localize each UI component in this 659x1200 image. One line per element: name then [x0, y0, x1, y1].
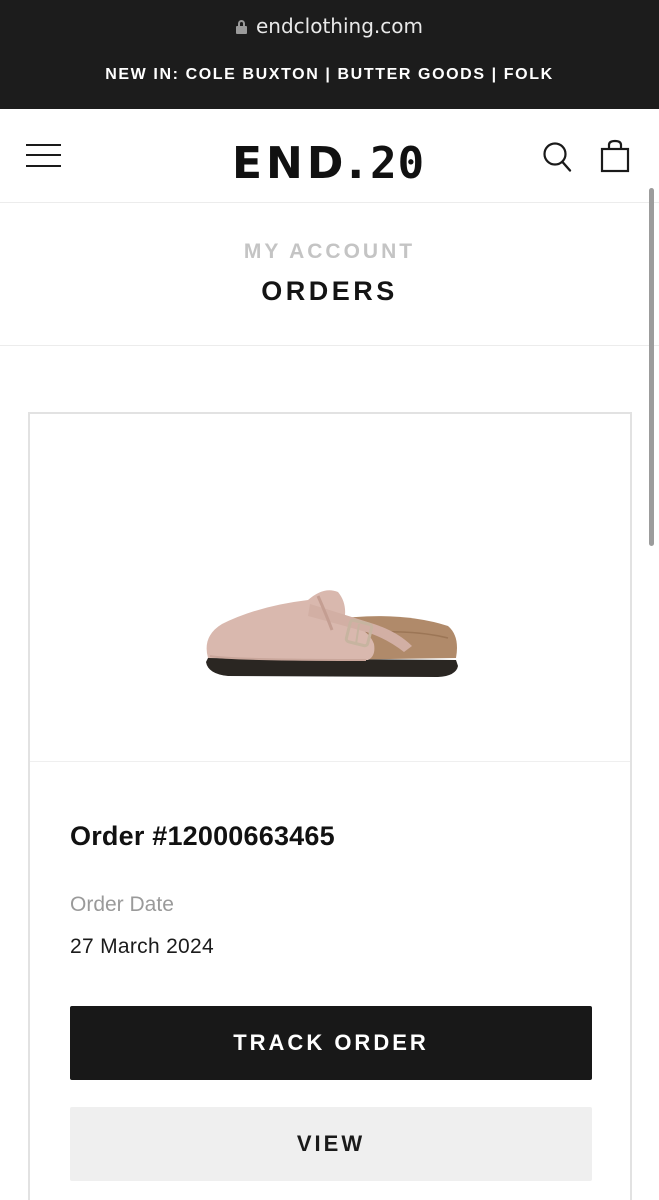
url-bar[interactable]: endclothing.com: [0, 14, 659, 38]
logo-wordmark: END.: [232, 138, 369, 189]
site-header: END. 20: [0, 109, 659, 203]
logo-anniversary-number: 20: [370, 138, 426, 189]
order-date-value: 27 March 2024: [70, 935, 214, 958]
page-heading: MY ACCOUNT ORDERS: [0, 204, 659, 346]
top-bar: endclothing.com NEW IN: COLE BUXTON | BU…: [0, 0, 659, 109]
order-number: Order #12000663465: [70, 821, 335, 851]
url-text: endclothing.com: [256, 14, 423, 38]
product-image[interactable]: [30, 414, 630, 762]
lock-icon: [236, 20, 247, 34]
page-title: ORDERS: [261, 276, 398, 306]
suede-clog-sandal-image: [206, 590, 458, 677]
promo-banner[interactable]: NEW IN: COLE BUXTON | BUTTER GOODS | FOL…: [0, 66, 659, 84]
scrollbar[interactable]: [649, 188, 654, 546]
track-order-button[interactable]: TRACK ORDER: [70, 1006, 592, 1080]
shopping-bag-icon[interactable]: [600, 139, 630, 173]
order-date-label: Order Date: [70, 893, 174, 916]
hamburger-menu-icon[interactable]: [26, 143, 62, 169]
order-card: Order #12000663465 Order Date 27 March 2…: [28, 412, 632, 1200]
search-icon[interactable]: [542, 141, 572, 173]
view-order-button[interactable]: VIEW: [70, 1107, 592, 1181]
breadcrumb-my-account[interactable]: MY ACCOUNT: [0, 240, 659, 264]
site-logo[interactable]: END. 20: [232, 138, 426, 189]
